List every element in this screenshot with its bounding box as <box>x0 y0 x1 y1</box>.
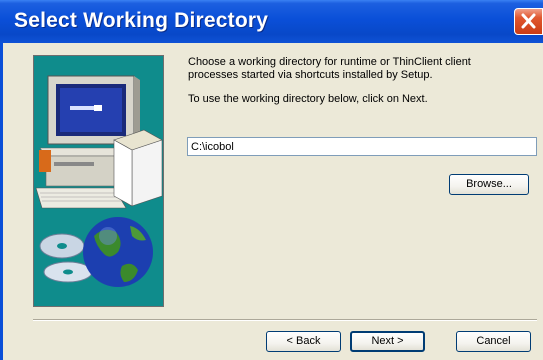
title-bar[interactable]: Select Working Directory <box>0 0 543 43</box>
computer-globe-illustration <box>35 75 163 287</box>
next-instruction: To use the working directory below, clic… <box>188 93 428 105</box>
back-button[interactable]: < Back <box>266 331 341 352</box>
setup-dialog-window: Select Working Directory Choose a workin… <box>0 0 543 360</box>
button-separator <box>33 319 537 321</box>
close-button[interactable] <box>514 8 543 35</box>
globe-icon <box>83 217 153 287</box>
next-button[interactable]: Next > <box>350 331 425 352</box>
directory-description: Choose a working directory for runtime o… <box>188 56 471 81</box>
browse-button[interactable]: Browse... <box>449 174 529 195</box>
cancel-button[interactable]: Cancel <box>456 331 531 352</box>
window-title: Select Working Directory <box>14 9 269 32</box>
computer-icon <box>35 75 163 209</box>
close-icon <box>521 13 536 29</box>
working-directory-input[interactable] <box>187 137 537 156</box>
setup-illustration <box>33 55 164 307</box>
